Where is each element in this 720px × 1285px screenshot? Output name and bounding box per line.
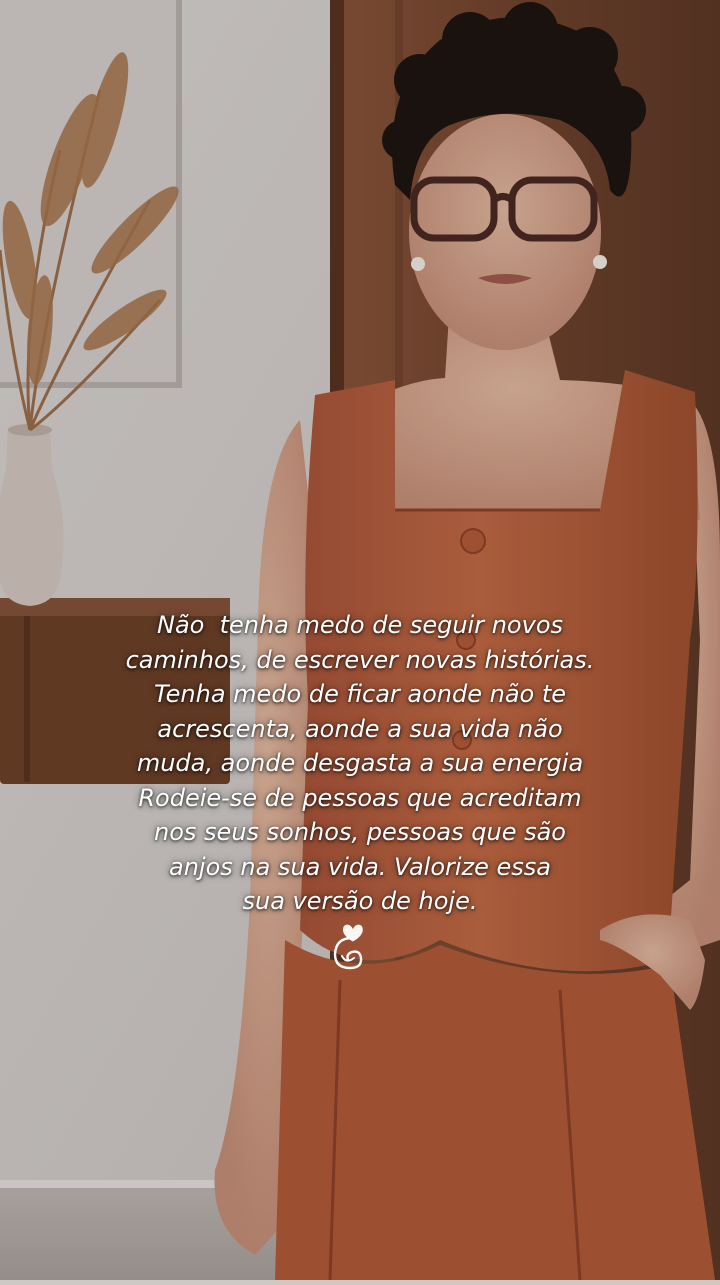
caption-line: Rodeie-se de pessoas que acreditam xyxy=(138,783,582,812)
caption-line: Não tenha medo de seguir novos xyxy=(156,611,564,639)
caption-line: nos seus sonhos, pessoas que são xyxy=(154,818,566,846)
caption-line: acrescenta, aonde a sua vida não xyxy=(157,714,563,743)
caption-line: muda, aonde desgasta a sua energia xyxy=(136,749,584,777)
caption-line: anjos na sua vida. Valorize essa xyxy=(168,852,552,881)
quote-caption: Não tenha medo de seguir novos caminhos,… xyxy=(60,608,660,919)
caption-line: caminhos, de escrever novas histórias. xyxy=(125,645,595,674)
heart-swirl-icon xyxy=(330,924,378,974)
caption-line: sua versão de hoje. xyxy=(242,887,478,915)
caption-line: Tenha medo de ficar aonde não te xyxy=(153,680,567,708)
